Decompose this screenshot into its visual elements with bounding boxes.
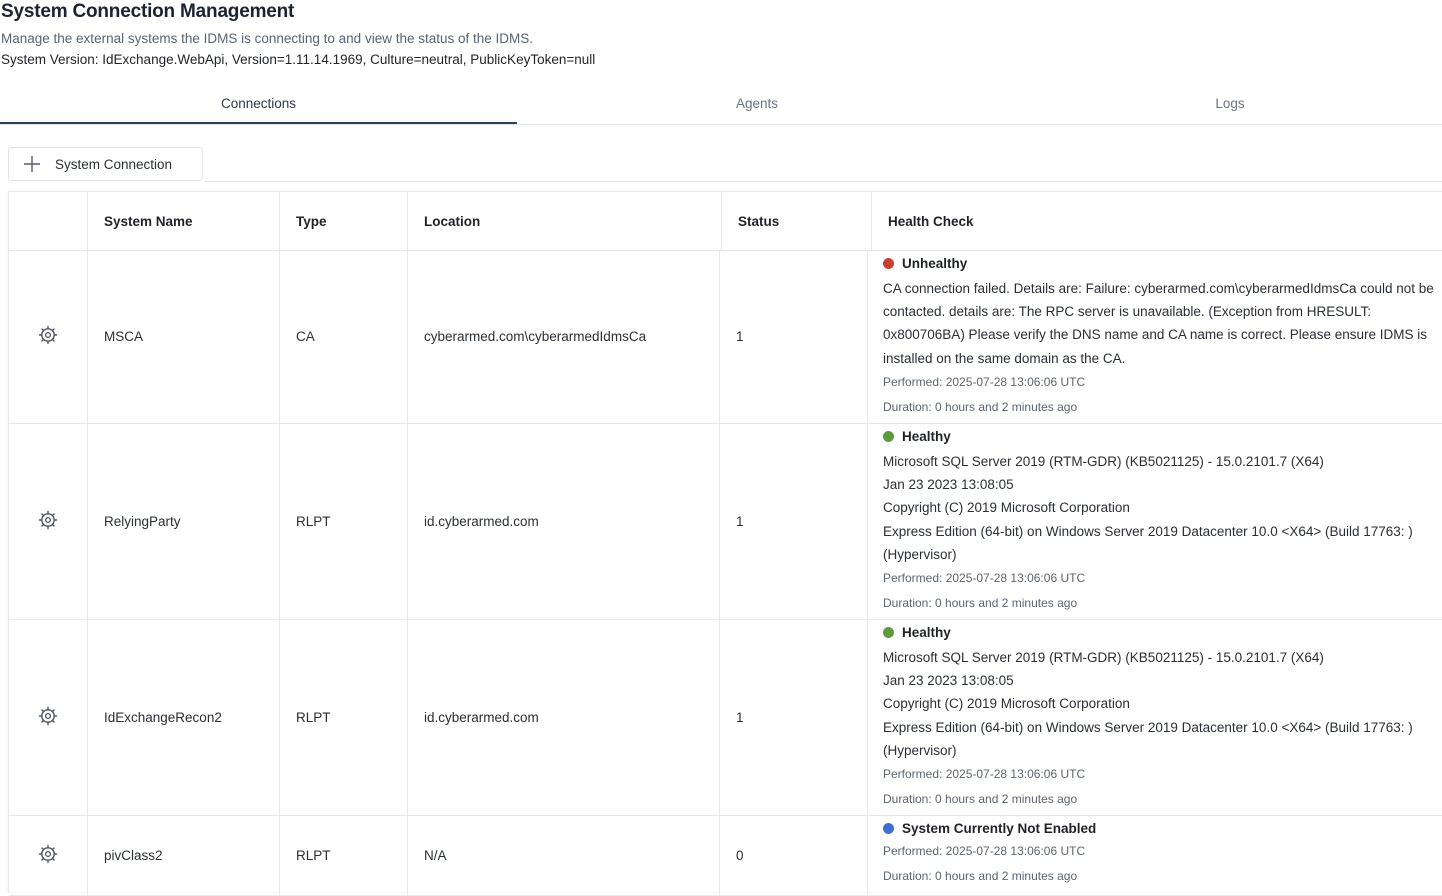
health-check-cell: Healthy Microsoft SQL Server 2019 (RTM-GD… [868, 619, 1442, 815]
type-cell: RLPT [280, 815, 408, 895]
system-name-cell: RelyingParty [88, 423, 280, 619]
health-status-label: Healthy [902, 428, 951, 444]
location-cell: id.cyberarmed.com [408, 423, 720, 619]
column-header-status[interactable]: Status [722, 192, 872, 250]
gear-icon[interactable] [38, 510, 58, 533]
gear-icon[interactable] [38, 706, 58, 729]
status-cell: 1 [720, 619, 868, 815]
health-status-label: System Currently Not Enabled [902, 820, 1097, 836]
status-cell: 0 [720, 815, 868, 895]
health-status: Healthy [883, 425, 1441, 447]
health-status-label: Healthy [902, 624, 951, 640]
health-duration: Duration: 0 hours and 2 minutes ago [883, 596, 1078, 611]
plus-icon [9, 155, 55, 173]
gear-icon[interactable] [38, 844, 58, 867]
column-header-system-name[interactable]: System Name [88, 192, 280, 250]
health-detail-line: Copyright (C) 2019 Microsoft Corporation [883, 500, 1130, 516]
location-cell: cyberarmed.com\cyberarmedIdmsCa [408, 250, 720, 423]
health-performed: Performed: 2025-07-28 13:06:06 UTC [883, 767, 1086, 782]
health-detail: Microsoft SQL Server 2019 (RTM-GDR) (KB5… [883, 450, 1441, 566]
table-row[interactable]: pivClass2 RLPT N/A 0 System Currently Not En… [9, 815, 1442, 896]
row-settings-cell [9, 250, 88, 423]
add-system-connection-label: System Connection [55, 156, 173, 172]
status-dot-icon [883, 626, 894, 638]
table-row[interactable]: RelyingParty RLPT id.cyberarmed.com 1 Health… [9, 423, 1442, 620]
page-title: System Connection Management [1, 1, 295, 22]
status-cell: 1 [720, 250, 868, 423]
health-detail-line: Jan 23 2023 13:08:05 [883, 673, 1014, 689]
health-detail-line: Microsoft SQL Server 2019 (RTM-GDR) (KB5… [883, 454, 1324, 469]
type-cell: CA [280, 250, 408, 423]
system-name-cell: MSCA [88, 250, 280, 423]
system-name-cell: IdExchangeRecon2 [88, 619, 280, 815]
column-header-location[interactable]: Location [408, 192, 722, 250]
row-settings-cell [9, 619, 88, 815]
health-duration: Duration: 0 hours and 2 minutes ago [883, 399, 1078, 414]
tab-agents[interactable]: Agents [517, 84, 997, 123]
tab-bar: Connections Agents Logs [0, 84, 1442, 125]
table-header: System Name Type Location Status Health … [9, 192, 1442, 251]
status-cell: 1 [720, 423, 868, 619]
type-cell: RLPT [280, 423, 408, 619]
health-performed: Performed: 2025-07-28 13:06:06 UTC [883, 844, 1086, 858]
health-detail: CA connection failed. Details are: Failu… [883, 277, 1441, 370]
system-version: System Version: IdExchange.WebApi, Versi… [1, 52, 596, 67]
row-settings-cell [9, 815, 88, 895]
health-detail-line: Express Edition (64-bit) on Windows Serv… [883, 523, 1413, 562]
gear-icon[interactable] [38, 325, 58, 348]
health-detail-line: Express Edition (64-bit) on Windows Serv… [883, 719, 1413, 758]
row-settings-cell [9, 423, 88, 619]
toolbar-divider [204, 181, 1442, 182]
health-detail-line: Copyright (C) 2019 Microsoft Corporation [883, 696, 1130, 712]
health-detail-line: Microsoft SQL Server 2019 (RTM-GDR) (KB5… [883, 650, 1324, 665]
location-cell: id.cyberarmed.com [408, 619, 720, 815]
add-system-connection-button[interactable]: System Connection [8, 147, 203, 181]
status-dot-icon [883, 430, 894, 442]
status-dot-icon [883, 257, 894, 269]
column-header-type[interactable]: Type [280, 192, 408, 250]
health-duration: Duration: 0 hours and 2 minutes ago [883, 792, 1078, 807]
health-detail-line: Jan 23 2023 13:08:05 [883, 477, 1014, 493]
table-row[interactable]: IdExchangeRecon2 RLPT id.cyberarmed.com 1 He… [9, 619, 1442, 816]
system-name-cell: pivClass2 [88, 815, 280, 895]
health-detail: Microsoft SQL Server 2019 (RTM-GDR) (KB5… [883, 646, 1441, 762]
health-detail-line: CA connection failed. Details are: Failu… [883, 281, 1434, 366]
connections-table: System Name Type Location Status Health … [8, 191, 1442, 896]
health-performed: Performed: 2025-07-28 13:06:06 UTC [883, 374, 1086, 389]
health-status-label: Unhealthy [902, 255, 968, 271]
table-row[interactable]: MSCA CA cyberarmed.com\cyberarmedIdmsCa 1 Un… [9, 250, 1442, 424]
location-cell: N/A [408, 815, 720, 895]
health-status: Unhealthy [883, 252, 1441, 274]
page-subtitle: Manage the external systems the IDMS is … [1, 31, 534, 46]
status-dot-icon [883, 822, 894, 834]
health-duration: Duration: 0 hours and 2 minutes ago [883, 869, 1078, 883]
health-check-cell: Unhealthy CA connection failed. Details a… [868, 250, 1442, 423]
tab-connections[interactable]: Connections [0, 84, 517, 124]
column-header-health-check[interactable]: Health Check [872, 192, 1442, 250]
health-performed: Performed: 2025-07-28 13:06:06 UTC [883, 571, 1086, 586]
health-check-cell: Healthy Microsoft SQL Server 2019 (RTM-GD… [868, 423, 1442, 619]
tab-logs[interactable]: Logs [997, 84, 1442, 123]
health-status: Healthy [883, 621, 1441, 643]
type-cell: RLPT [280, 619, 408, 815]
health-status: System Currently Not Enabled [883, 817, 1441, 839]
column-header-actions [9, 192, 88, 250]
health-check-cell: System Currently Not Enabled Performed: 2… [868, 815, 1442, 895]
